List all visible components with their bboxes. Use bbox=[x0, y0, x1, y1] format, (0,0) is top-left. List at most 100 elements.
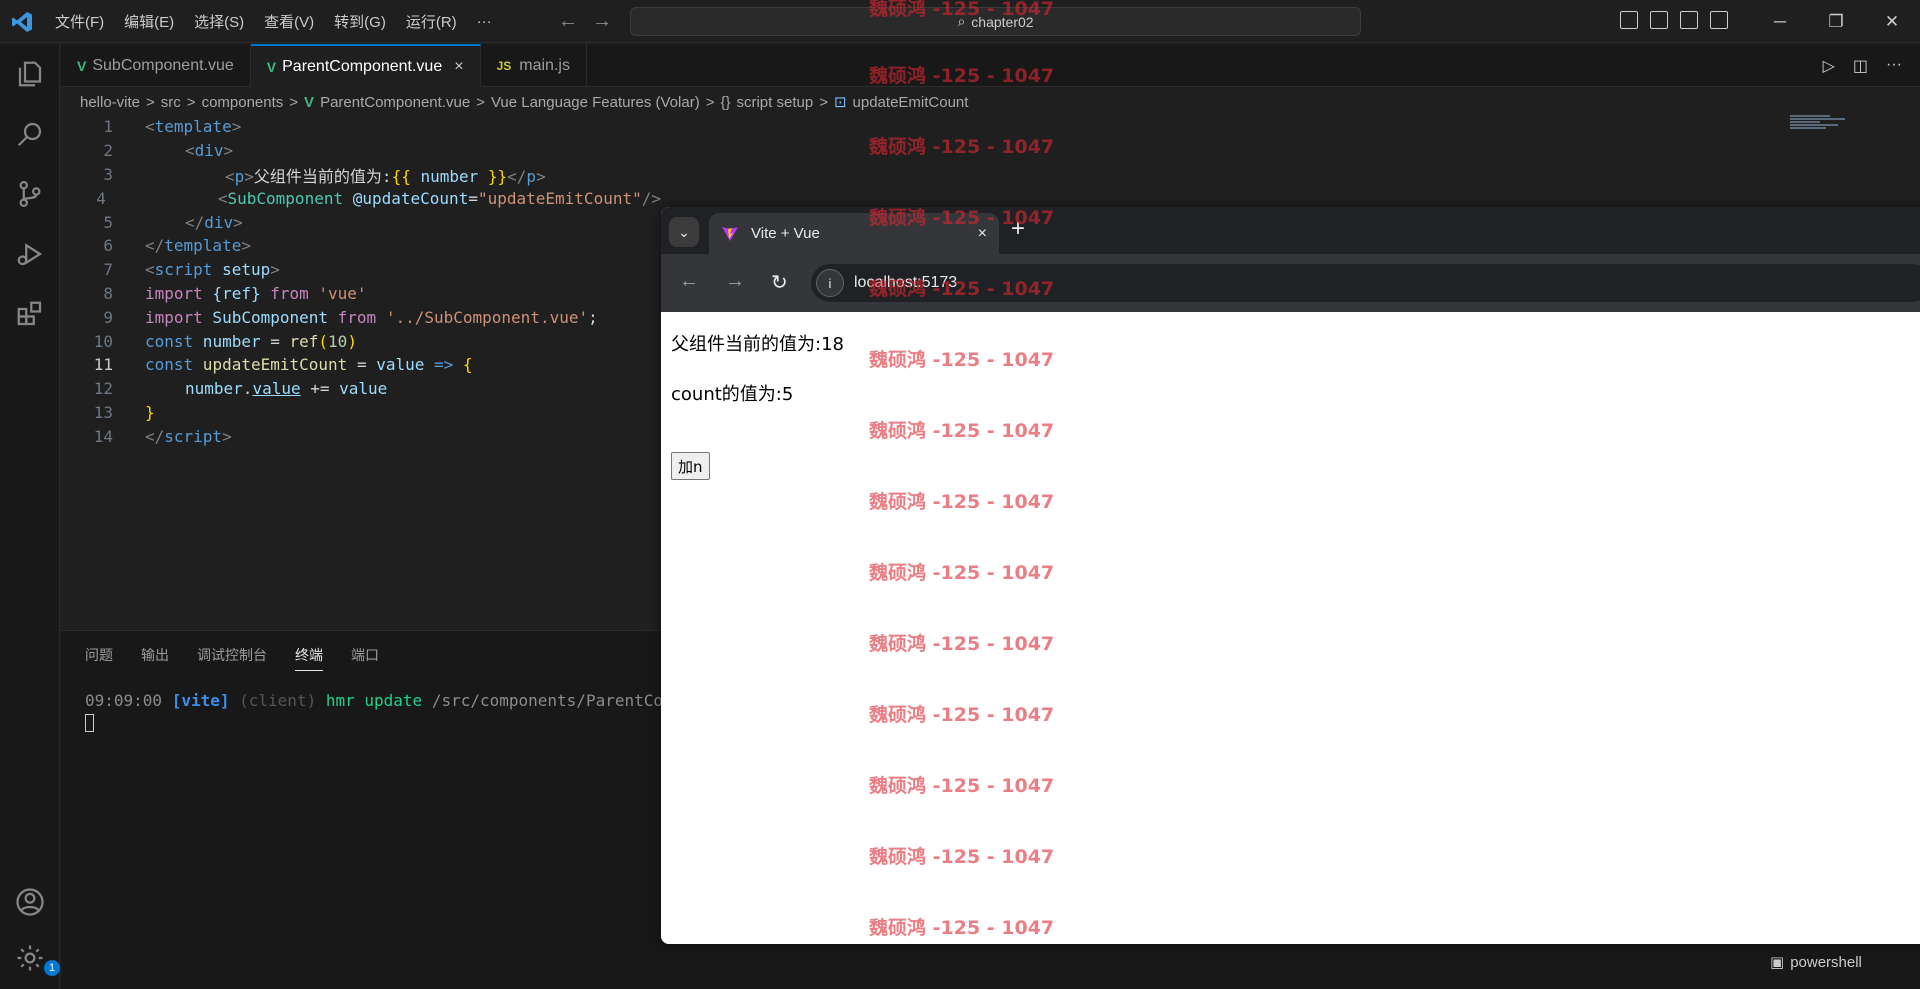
source-control-icon[interactable] bbox=[12, 176, 48, 212]
tab-main-js[interactable]: JS main.js bbox=[481, 44, 587, 87]
toggle-primary-sidebar-icon[interactable] bbox=[1620, 11, 1638, 29]
layout-controls bbox=[1620, 11, 1728, 29]
code-line: 9 import SubComponent from '../SubCompone… bbox=[103, 307, 598, 327]
code-line: 4 <SubComponent @updateCount="updateEmitC… bbox=[96, 188, 661, 208]
search-view-icon[interactable] bbox=[12, 116, 48, 152]
menu-file[interactable]: 文件(F) bbox=[45, 11, 114, 32]
code-line: 2 <div> bbox=[103, 141, 234, 161]
menu-selection[interactable]: 选择(S) bbox=[184, 11, 254, 32]
activity-bar: 1 bbox=[0, 44, 60, 989]
url-text: localhost:5173 bbox=[854, 274, 958, 291]
editor-tabs: V SubComponent.vue V ParentComponent.vue × … bbox=[61, 44, 1920, 87]
tab-label: ParentComponent.vue bbox=[282, 57, 443, 75]
code-line: 10 const number = ref(10) bbox=[93, 331, 357, 351]
command-center-label: chapter02 bbox=[971, 13, 1034, 30]
tab-problems[interactable]: 问题 bbox=[85, 645, 113, 671]
toggle-secondary-sidebar-icon[interactable] bbox=[1680, 11, 1698, 29]
run-debug-icon[interactable] bbox=[12, 236, 48, 272]
run-code-icon[interactable]: ▷ bbox=[1823, 56, 1835, 76]
menu-more[interactable]: ··· bbox=[467, 13, 502, 30]
terminal-cursor bbox=[85, 714, 94, 732]
tab-ports[interactable]: 端口 bbox=[351, 645, 379, 671]
code-line: 7 <script setup> bbox=[103, 260, 280, 280]
address-bar[interactable]: i localhost:5173 bbox=[811, 264, 1920, 302]
tab-debug-console[interactable]: 调试控制台 bbox=[197, 645, 267, 671]
browser-tab-title: Vite + Vue bbox=[751, 225, 820, 242]
panel-tabs: 问题 输出 调试控制台 终端 端口 bbox=[85, 645, 379, 671]
browser-back-icon[interactable]: ← bbox=[679, 270, 699, 295]
customize-layout-icon[interactable] bbox=[1710, 11, 1728, 29]
vue-icon: V bbox=[266, 58, 277, 75]
breadcrumb-item[interactable]: components bbox=[202, 94, 284, 111]
notification-badge: 1 bbox=[44, 960, 60, 976]
symbol-variable-icon: ⊡ bbox=[833, 94, 847, 111]
nav-arrows: ←→ bbox=[558, 10, 626, 33]
add-n-button[interactable]: 加n bbox=[671, 452, 710, 480]
vue-icon: V bbox=[304, 93, 315, 111]
menu-run[interactable]: 运行(R) bbox=[396, 11, 467, 32]
forward-arrow-icon[interactable]: → bbox=[592, 10, 626, 32]
breadcrumb-item[interactable]: ParentComponent.vue bbox=[320, 94, 470, 111]
code-line: 3 <p>父组件当前的值为:{{ number }}</p> bbox=[103, 164, 546, 186]
explorer-icon[interactable] bbox=[12, 56, 48, 92]
tab-output[interactable]: 输出 bbox=[141, 645, 169, 671]
vite-favicon-icon bbox=[722, 226, 738, 241]
terminal-list-item[interactable]: ▣ powershell bbox=[1770, 953, 1862, 972]
close-window-icon[interactable]: ✕ bbox=[1864, 0, 1920, 43]
new-tab-icon[interactable]: + bbox=[1011, 215, 1025, 243]
browser-tab-strip: ⌄ Vite + Vue × + bbox=[661, 207, 1920, 254]
code-line: 11 const updateEmitCount = value => { bbox=[93, 355, 473, 375]
close-tab-icon[interactable]: × bbox=[454, 58, 463, 76]
restore-icon[interactable]: ❐ bbox=[1808, 0, 1864, 43]
manage-gear-icon[interactable]: 1 bbox=[12, 940, 60, 976]
breadcrumb-item[interactable]: src bbox=[161, 94, 181, 111]
site-info-icon[interactable]: i bbox=[816, 269, 844, 297]
menu-bar: 文件(F) 编辑(E) 选择(S) 查看(V) 转到(G) 运行(R) ··· bbox=[45, 0, 502, 43]
tab-label: main.js bbox=[519, 56, 570, 74]
browser-forward-icon[interactable]: → bbox=[725, 270, 745, 295]
tab-parentcomponent[interactable]: V ParentComponent.vue × bbox=[250, 44, 481, 87]
more-actions-icon[interactable]: ··· bbox=[1886, 56, 1902, 76]
vue-icon: V bbox=[77, 57, 87, 74]
split-editor-icon[interactable]: ◫ bbox=[1853, 56, 1868, 76]
tab-label: SubComponent.vue bbox=[92, 56, 234, 74]
minimize-icon[interactable]: ─ bbox=[1752, 0, 1808, 43]
tab-terminal[interactable]: 终端 bbox=[295, 645, 323, 671]
close-browser-tab-icon[interactable]: × bbox=[978, 225, 987, 243]
menu-view[interactable]: 查看(V) bbox=[254, 11, 324, 32]
count-value-text: count的值为:5 bbox=[671, 384, 794, 405]
browser-tab[interactable]: Vite + Vue × bbox=[709, 213, 999, 254]
reload-icon[interactable]: ↻ bbox=[771, 270, 788, 295]
breadcrumb-item[interactable]: hello-vite bbox=[80, 94, 140, 111]
search-icon: ⌕ bbox=[957, 13, 966, 29]
breadcrumb-item[interactable]: Vue Language Features (Volar) bbox=[491, 94, 700, 111]
page-content: 父组件当前的值为:18 count的值为:5 加n bbox=[661, 312, 1920, 944]
browser-window: ⌄ Vite + Vue × + ← → ↻ i localhost:5173 … bbox=[661, 207, 1920, 944]
back-arrow-icon[interactable]: ← bbox=[558, 10, 592, 32]
breadcrumb: hello-vite > src > components > V ParentCom… bbox=[80, 93, 969, 112]
accounts-icon[interactable] bbox=[12, 884, 48, 920]
menu-go[interactable]: 转到(G) bbox=[324, 11, 396, 32]
terminal-icon: ▣ bbox=[1770, 954, 1785, 971]
code-editor[interactable]: 1 <template> 2 <div> 3 <p>父组件当前的值为:{{ numbe… bbox=[61, 115, 661, 448]
code-line: 12 number.value += value bbox=[93, 379, 388, 399]
code-line: 6 </template> bbox=[103, 236, 251, 256]
minimap[interactable] bbox=[1790, 115, 1845, 139]
code-line: 8 import {ref} from 'vue' bbox=[103, 283, 367, 303]
code-line: 13} bbox=[93, 402, 155, 422]
extensions-icon[interactable] bbox=[12, 296, 48, 332]
vscode-logo-icon bbox=[12, 12, 32, 32]
command-center[interactable]: ⌕ chapter02 bbox=[630, 7, 1361, 36]
menu-edit[interactable]: 编辑(E) bbox=[114, 11, 184, 32]
terminal-output[interactable]: 09:09:00 [vite] (client) hmr update /src… bbox=[85, 691, 702, 736]
breadcrumb-item[interactable]: script setup bbox=[736, 94, 813, 111]
breadcrumb-item[interactable]: updateEmitCount bbox=[853, 94, 969, 111]
browser-toolbar: ← → ↻ i localhost:5173 bbox=[661, 254, 1920, 312]
title-bar: 文件(F) 编辑(E) 选择(S) 查看(V) 转到(G) 运行(R) ··· … bbox=[0, 0, 1920, 43]
code-line: 14 </script> bbox=[93, 426, 232, 446]
tab-search-dropdown-icon[interactable]: ⌄ bbox=[669, 217, 699, 247]
braces-icon: {} bbox=[720, 93, 731, 111]
watermark: 魏硕鸿 -125 - 1047 bbox=[869, 136, 1055, 158]
tab-subcomponent[interactable]: V SubComponent.vue bbox=[61, 44, 251, 87]
toggle-panel-icon[interactable] bbox=[1650, 11, 1668, 29]
